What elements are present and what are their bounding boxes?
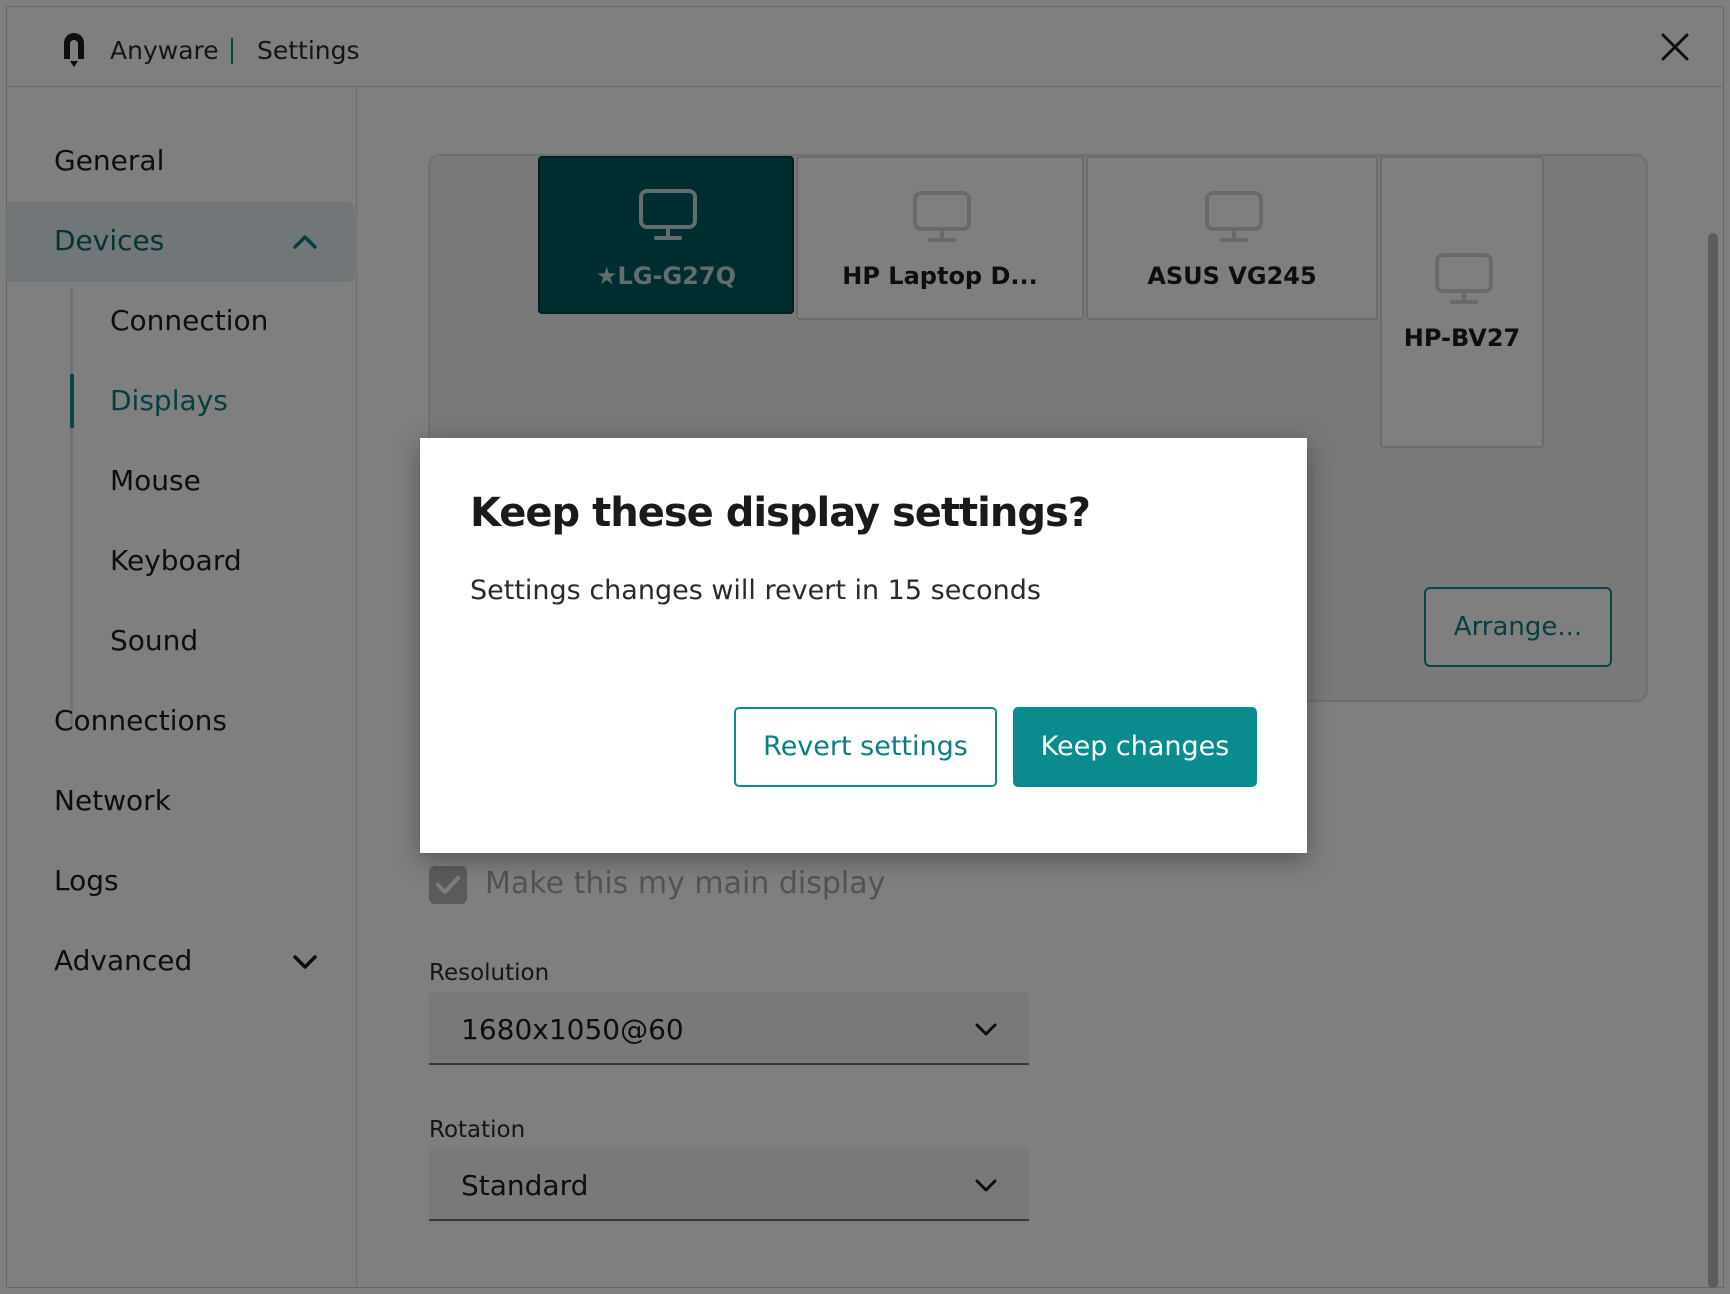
keep-settings-dialog: Keep these display settings? Settings ch… [420, 438, 1307, 853]
revert-settings-button[interactable]: Revert settings [734, 707, 997, 787]
dialog-title: Keep these display settings? [470, 490, 1091, 536]
dialog-message: Settings changes will revert in 15 secon… [470, 575, 1041, 606]
keep-changes-button[interactable]: Keep changes [1013, 707, 1257, 787]
